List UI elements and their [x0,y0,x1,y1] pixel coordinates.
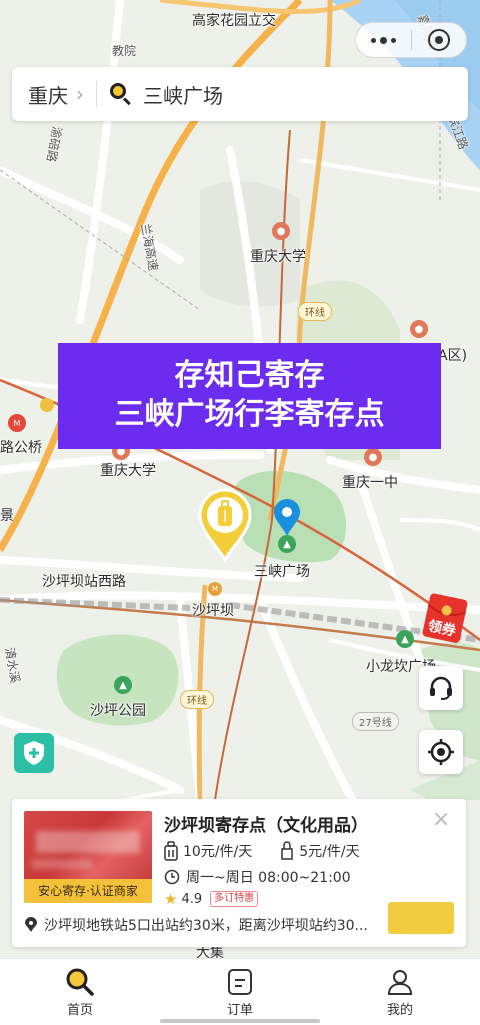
location-icon [25,917,37,932]
price-luggage: 10元/件/天 [183,844,253,860]
tab-orders-label: 订单 [226,1003,253,1018]
map-label-cqu-mid: 重庆大学 [100,463,156,479]
safety-shield-button[interactable] [14,733,54,773]
university-icon: ● [272,222,290,240]
school-icon: ● [410,320,428,338]
certified-tag: 安心寄存·认证商家 [24,879,152,903]
metro-station-icon: M [208,582,222,596]
tab-profile[interactable]: 我的 [320,959,480,1025]
shield-plus-icon [24,741,44,765]
storage-pin-icon[interactable] [198,488,252,562]
map-label-jiaoyu: 教院 [112,44,137,58]
locate-icon [428,739,454,765]
junction-icon [40,398,54,412]
promo-banner: 存知己寄存 三峡广场行李寄存点 [58,343,441,449]
search-icon [109,82,133,106]
clock-icon [164,869,180,885]
map-label-cqu-a: A区) [438,348,468,364]
order-icon [228,969,252,995]
metro-icon-left: M [8,414,26,432]
business-hours: 周一~周日 08:00~21:00 [186,870,351,886]
park-icon: ▲ [114,676,132,694]
price-row: 10元/件/天 5元/件/天 [164,841,360,861]
map-label-jing: 景 [0,508,14,524]
tab-home-label: 首页 [66,1003,93,1018]
luggage-icon [164,841,178,861]
map-label-cq-yizhong: 重庆一中 [342,475,398,491]
more-icon[interactable] [356,36,411,44]
star-icon: ★ [164,890,178,908]
navigate-button[interactable] [388,902,454,934]
store-card[interactable]: 安心寄存·认证商家 沙坪坝寄存点（文化用品） × 10元/件/天 5元/件/天 … [12,799,466,947]
coupon-button[interactable]: 领券 [418,592,470,644]
ring-badge-2: 环线 [180,690,214,709]
map-label-shaping-park: 沙坪公园 [90,703,146,719]
discount-tag: 多订特惠 [210,891,259,907]
tab-profile-label: 我的 [386,1003,413,1018]
headset-icon [430,676,452,700]
ring-badge-1: 环线 [298,302,332,321]
tab-bar: 首页 订单 我的 [0,958,480,1025]
price-bag: 5元/件/天 [299,844,360,860]
address-row: 沙坪坝地铁站5口出站约30米，距离沙坪坝站约30... [24,915,382,935]
close-target-icon[interactable] [412,29,467,51]
tab-orders[interactable]: 订单 [160,959,320,1025]
close-icon[interactable]: × [432,809,450,831]
locate-button[interactable] [419,730,463,774]
map-label-sanxia: 三峡广场 [254,564,310,580]
mini-program-capsule [355,22,467,58]
search-bar: 重庆 › 三峡广场 [12,67,468,121]
store-title: 沙坪坝寄存点（文化用品） [164,816,368,836]
road-27-badge: 27号线 [352,712,399,731]
user-icon [387,970,413,995]
map-label-shapingba-west: 沙坪坝站西路 [42,574,126,590]
map-label-shapingba: 沙坪坝 [192,603,234,619]
chevron-right-icon[interactable]: › [76,82,84,106]
customer-service-button[interactable] [419,666,463,710]
search-icon [66,968,94,996]
location-pin-icon[interactable] [272,498,302,538]
home-indicator [160,1019,320,1023]
map-label-cqu-top: 重庆大学 [250,249,306,265]
store-address: 沙坪坝地铁站5口出站约30米，距离沙坪坝站约30... [44,918,368,934]
banner-line-2: 三峡广场行李寄存点 [114,397,385,432]
map-label-gaojia: 高家花园立交 [192,13,276,29]
rating-row: ★ 4.9 多订特惠 [164,890,259,908]
search-divider [96,81,97,107]
search-input[interactable]: 三峡广场 [143,80,223,109]
park-icon-right: ▲ [396,630,414,648]
tab-home[interactable]: 首页 [0,959,160,1025]
banner-line-1: 存知己寄存 [174,358,325,393]
store-image[interactable]: 安心寄存·认证商家 [24,811,152,903]
hours-row: 周一~周日 08:00~21:00 [164,867,351,887]
bag-icon [281,841,293,860]
rating-value: 4.9 [181,891,203,907]
map-label-gongqiao: 路公桥 [0,440,42,456]
school-icon-2: ● [364,448,382,466]
city-selector[interactable]: 重庆 [28,80,68,109]
